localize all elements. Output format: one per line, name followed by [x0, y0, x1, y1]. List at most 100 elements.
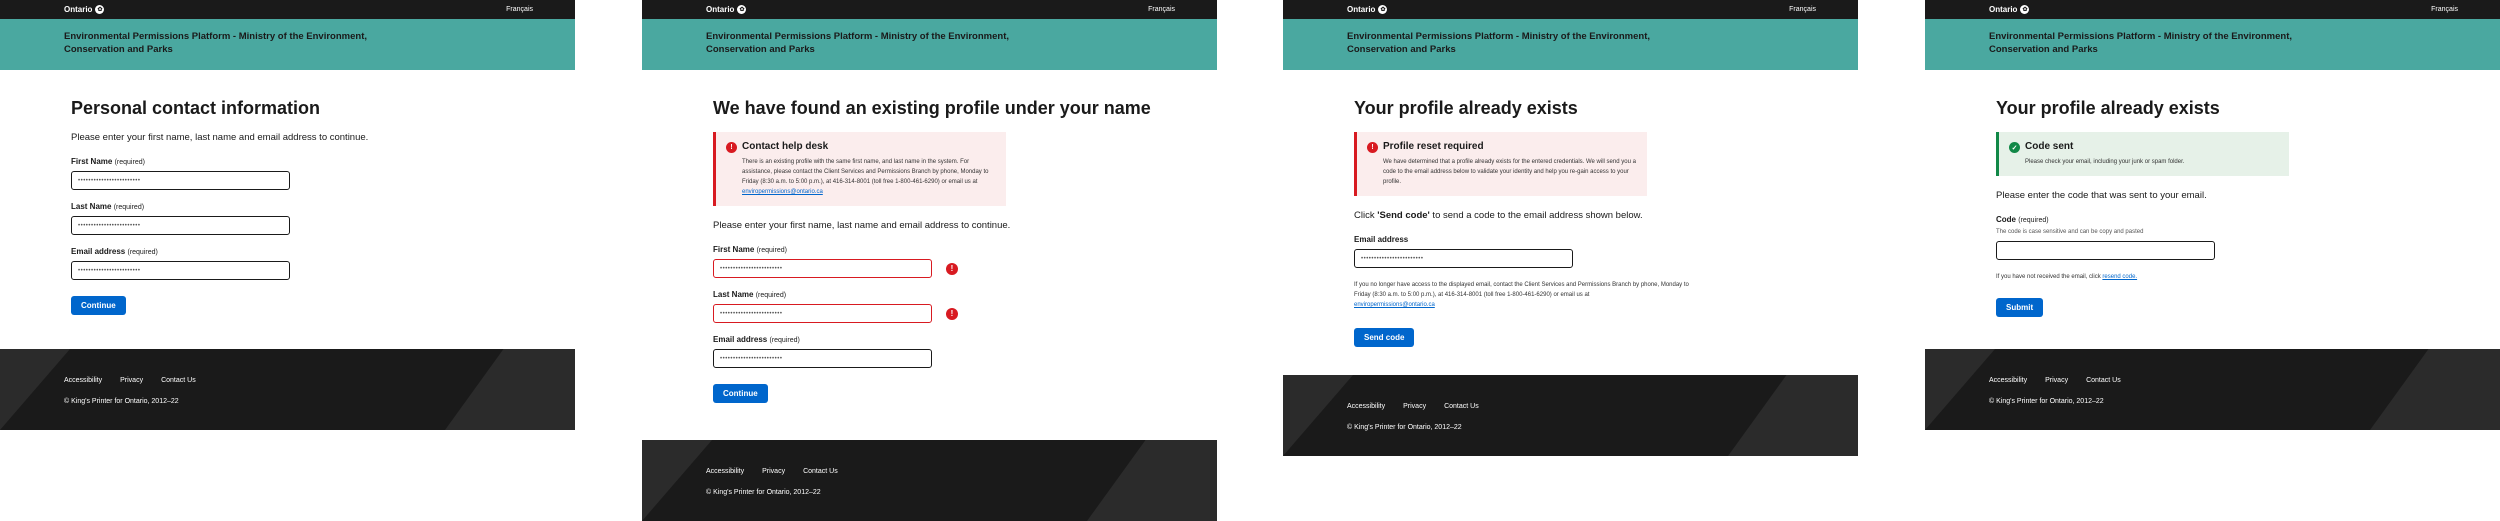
trillium-icon: ✿	[1378, 5, 1388, 14]
app-header: Environmental Permissions Platform - Min…	[0, 19, 575, 70]
error-alert: ! Profile reset required We have determi…	[1354, 132, 1647, 196]
send-code-button[interactable]: Send code	[1354, 328, 1415, 347]
copyright-text: © King's Printer for Ontario, 2012–22	[64, 398, 179, 405]
trillium-icon: ✿	[95, 5, 105, 14]
top-bar: Ontario ✿ Français	[1925, 0, 2500, 19]
resend-code-link[interactable]: resend code.	[2102, 274, 2137, 280]
error-icon: !	[1367, 142, 1378, 153]
language-toggle-link[interactable]: Français	[1789, 6, 1816, 13]
language-toggle-link[interactable]: Français	[2431, 6, 2458, 13]
intro-text: Please enter your first name, last name …	[71, 132, 369, 143]
footer-decoration	[642, 440, 712, 521]
footer-link-privacy[interactable]: Privacy	[2045, 377, 2068, 384]
help-email-link[interactable]: enviropermissions@ontario.ca	[1354, 302, 1435, 308]
email-input[interactable]: ••••••••••••••••••••••••	[713, 349, 932, 368]
footer-decoration	[1925, 349, 1995, 430]
main-content: We have found an existing profile under …	[642, 70, 1217, 403]
brand-text: Ontario	[1347, 5, 1376, 14]
page-title: Personal contact information	[71, 98, 321, 118]
first-name-label: First Name (required)	[713, 245, 1217, 254]
last-name-input[interactable]: ••••••••••••••••••••••••	[71, 216, 290, 235]
last-name-row: •••••••••••••••••••••••• !	[713, 304, 1217, 335]
footer-link-contact[interactable]: Contact Us	[803, 468, 838, 475]
required-indicator: (required)	[2018, 217, 2049, 224]
app-title[interactable]: Environmental Permissions Platform - Min…	[1989, 30, 2319, 56]
app-title[interactable]: Environmental Permissions Platform - Min…	[706, 30, 1036, 56]
language-toggle-link[interactable]: Français	[506, 6, 533, 13]
alert-body: Please check your email, including your …	[2025, 159, 2185, 165]
app-title[interactable]: Environmental Permissions Platform - Min…	[64, 30, 394, 56]
code-hint: The code is case sensitive and can be co…	[1996, 229, 2144, 235]
trillium-icon: ✿	[2020, 5, 2030, 14]
last-name-label: Last Name (required)	[713, 290, 1217, 299]
app-header: Environmental Permissions Platform - Min…	[1925, 19, 2500, 70]
alert-title: Code sent	[2025, 141, 2074, 152]
label-text: Email address	[713, 335, 768, 344]
code-input[interactable]	[1996, 241, 2215, 260]
alert-title: Contact help desk	[742, 141, 829, 152]
help-text: If you no longer have access to the disp…	[1354, 280, 1704, 310]
footer: Accessibility Privacy Contact Us © King'…	[642, 440, 1217, 521]
brand-text: Ontario	[64, 5, 93, 14]
copyright-text: © King's Printer for Ontario, 2012–22	[706, 489, 821, 496]
brand-text: Ontario	[706, 5, 735, 14]
resend-pre: If you have not received the email, clic…	[1996, 274, 2103, 280]
footer-link-accessibility[interactable]: Accessibility	[706, 468, 744, 475]
copyright-text: © King's Printer for Ontario, 2012–22	[1989, 398, 2104, 405]
label-text: First Name	[713, 245, 755, 254]
footer-link-privacy[interactable]: Privacy	[120, 377, 143, 384]
footer-link-accessibility[interactable]: Accessibility	[1347, 403, 1385, 410]
first-name-label: First Name (required)	[71, 157, 575, 166]
first-name-input[interactable]: ••••••••••••••••••••••••	[71, 171, 290, 190]
top-bar: Ontario ✿ Français	[0, 0, 575, 19]
continue-button[interactable]: Continue	[71, 296, 126, 315]
ontario-logo[interactable]: Ontario ✿	[1989, 5, 2030, 14]
footer-link-accessibility[interactable]: Accessibility	[64, 377, 102, 384]
app-header: Environmental Permissions Platform - Min…	[642, 19, 1217, 70]
footer-link-contact[interactable]: Contact Us	[1444, 403, 1479, 410]
footer-link-contact[interactable]: Contact Us	[161, 377, 196, 384]
email-input[interactable]: ••••••••••••••••••••••••	[1354, 249, 1573, 268]
footer-link-accessibility[interactable]: Accessibility	[1989, 377, 2027, 384]
help-email-link[interactable]: enviropermissions@ontario.ca	[742, 189, 823, 195]
main-content: Your profile already exists ! Profile re…	[1283, 70, 1858, 347]
help-text-body: If you no longer have access to the disp…	[1354, 282, 1689, 298]
first-name-row: •••••••••••••••••••••••• !	[713, 259, 1217, 290]
last-name-label: Last Name (required)	[71, 202, 575, 211]
main-content: Your profile already exists ✓ Code sent …	[1925, 70, 2500, 317]
alert-body: There is an existing profile with the sa…	[742, 157, 996, 197]
email-label: Email address (required)	[71, 247, 575, 256]
language-toggle-link[interactable]: Français	[1148, 6, 1175, 13]
footer-decoration	[1728, 375, 1858, 456]
footer: Accessibility Privacy Contact Us © King'…	[1283, 375, 1858, 456]
footer-link-contact[interactable]: Contact Us	[2086, 377, 2121, 384]
first-name-input[interactable]: ••••••••••••••••••••••••	[713, 259, 932, 278]
email-label: Email address	[1354, 235, 1409, 244]
error-icon: !	[946, 307, 958, 320]
required-indicator: (required)	[769, 337, 800, 344]
main-content: Personal contact information Please ente…	[0, 70, 575, 315]
last-name-input[interactable]: ••••••••••••••••••••••••	[713, 304, 932, 323]
ontario-logo[interactable]: Ontario ✿	[64, 5, 105, 14]
email-input[interactable]: ••••••••••••••••••••••••	[71, 261, 290, 280]
footer-link-privacy[interactable]: Privacy	[762, 468, 785, 475]
ontario-logo[interactable]: Ontario ✿	[1347, 5, 1388, 14]
footer-decoration	[1283, 375, 1353, 456]
required-indicator: (required)	[755, 292, 787, 299]
footer-links: Accessibility Privacy Contact Us	[706, 468, 1217, 475]
success-alert: ✓ Code sent Please check your email, inc…	[1996, 132, 2289, 176]
app-title[interactable]: Environmental Permissions Platform - Min…	[1347, 30, 1677, 56]
alert-title: Profile reset required	[1383, 141, 1484, 152]
instruction-bold: 'Send code'	[1377, 210, 1430, 221]
ontario-logo[interactable]: Ontario ✿	[706, 5, 747, 14]
instruction-post: to send a code to the email address show…	[1429, 210, 1643, 221]
label-text: Last Name	[71, 202, 112, 211]
intro-text: Please enter your first name, last name …	[713, 220, 1011, 231]
footer-decoration	[2370, 349, 2500, 430]
submit-button[interactable]: Submit	[1996, 298, 2044, 317]
continue-button[interactable]: Continue	[713, 384, 768, 403]
label-text: Email address	[71, 247, 126, 256]
error-icon: !	[946, 262, 958, 275]
copyright-text: © King's Printer for Ontario, 2012–22	[1347, 424, 1462, 431]
footer-link-privacy[interactable]: Privacy	[1403, 403, 1426, 410]
